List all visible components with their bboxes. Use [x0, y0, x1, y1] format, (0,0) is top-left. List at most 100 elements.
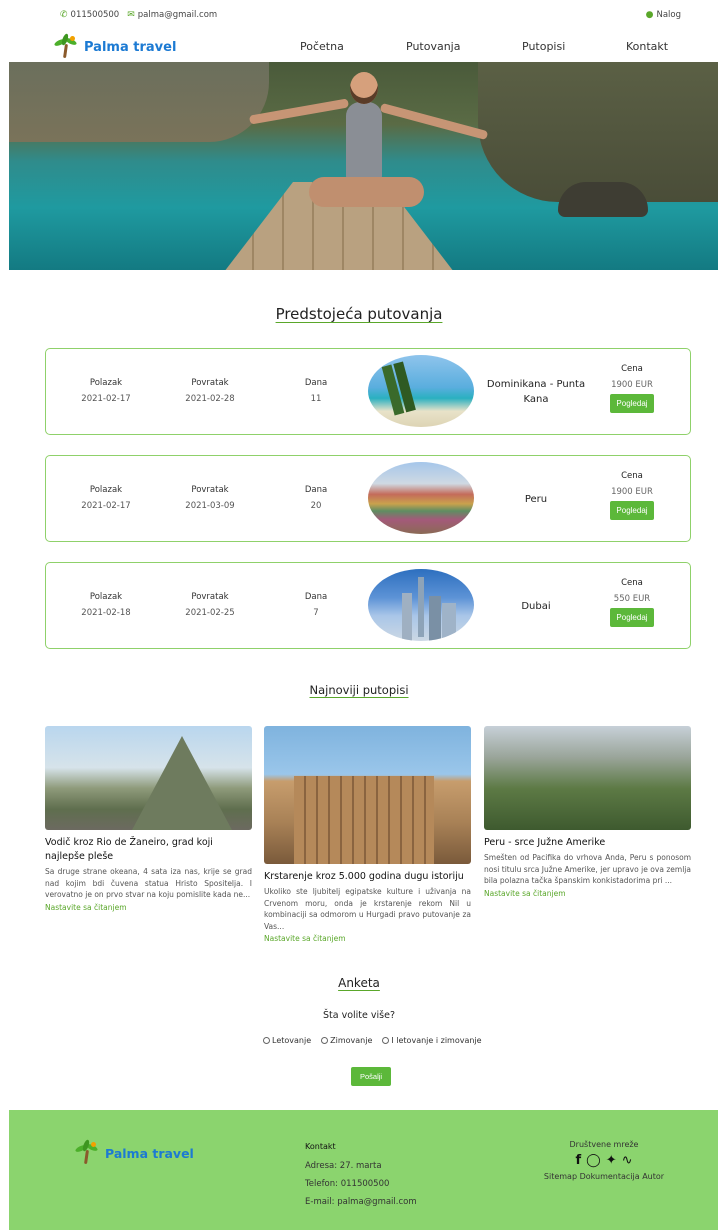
poll-option-label: Letovanje — [272, 1036, 312, 1045]
footer-contact-title: Kontakt — [305, 1142, 336, 1151]
departure-value: 2021-02-18 — [81, 608, 131, 618]
price-value: 550 EUR — [613, 594, 651, 604]
return-value: 2021-02-25 — [185, 608, 235, 618]
departure-label: Polazak — [89, 592, 123, 602]
footer-email: E-mail: palma@gmail.com — [305, 1197, 417, 1207]
blog-excerpt: Ukoliko ste ljubitelj egipatske kulture … — [264, 887, 471, 931]
upcoming-title: Predstojeća putovanja — [275, 305, 443, 323]
view-trip-button[interactable]: Pogledaj — [610, 394, 654, 413]
days-value: 20 — [310, 501, 322, 511]
return-value: 2021-03-09 — [185, 501, 235, 511]
envelope-icon: ✉ — [127, 10, 135, 20]
blog-title[interactable]: Peru - srce Južne Amerike — [484, 836, 691, 850]
trip-photo — [368, 355, 474, 427]
trip-price: Cena 1900 EUR Pogledaj — [606, 364, 658, 413]
rss-icon[interactable]: ∿ — [622, 1153, 633, 1168]
trip-photo — [368, 569, 474, 641]
radio-button[interactable] — [382, 1037, 390, 1044]
poll-title: Anketa — [338, 976, 380, 990]
nav-contact[interactable]: Kontakt — [626, 40, 668, 53]
departure-value: 2021-02-17 — [81, 394, 131, 404]
read-more-link[interactable]: Nastavite sa čitanjem — [45, 903, 252, 912]
top-phone-text: 011500500 — [70, 10, 120, 20]
footer-phone: Telefon: 011500500 — [305, 1179, 390, 1189]
trip-days: Dana 11 — [291, 378, 341, 404]
blog-card: Krstarenje kroz 5.000 godina dugu istori… — [264, 726, 471, 943]
footer-contact: Kontakt Adresa: 27. marta Telefon: 01150… — [305, 1140, 417, 1211]
footer-links[interactable]: Sitemap Dokumentacija Autor — [529, 1172, 679, 1181]
blog-title[interactable]: Vodič kroz Rio de Žaneiro, grad koji naj… — [45, 836, 252, 864]
price-value: 1900 EUR — [611, 380, 653, 390]
trip-price: Cena 1900 EUR Pogledaj — [606, 471, 658, 520]
twitter-icon[interactable]: ✦ — [606, 1153, 617, 1168]
days-value: 11 — [310, 394, 322, 404]
account-link[interactable]: ● Nalog — [646, 10, 681, 20]
days-value: 7 — [313, 608, 319, 618]
poll-options: Letovanje Zimovanje I letovanje i zimova… — [263, 1036, 482, 1045]
nav-home[interactable]: Početna — [300, 40, 344, 53]
blog-image[interactable] — [264, 726, 471, 864]
radio-button[interactable] — [321, 1037, 329, 1044]
footer: Palma travel Kontakt Adresa: 27. marta T… — [9, 1110, 718, 1230]
hero-image — [9, 62, 718, 270]
return-label: Povratak — [191, 592, 229, 602]
read-more-link[interactable]: Nastavite sa čitanjem — [484, 889, 691, 898]
return-label: Povratak — [191, 485, 229, 495]
days-label: Dana — [304, 378, 328, 388]
trip-destination: Peru — [524, 494, 548, 505]
price-label: Cena — [621, 364, 643, 374]
poll-option-summer[interactable]: Letovanje — [263, 1036, 311, 1045]
price-value: 1900 EUR — [611, 487, 653, 497]
view-trip-button[interactable]: Pogledaj — [610, 608, 654, 627]
nav-trips[interactable]: Putovanja — [406, 40, 460, 53]
trip-return: Povratak 2021-02-25 — [180, 592, 240, 618]
blog-image[interactable] — [45, 726, 252, 830]
departure-label: Polazak — [89, 378, 123, 388]
trip-card: Polazak 2021-02-17 Povratak 2021-02-28 D… — [45, 348, 691, 435]
palm-tree-icon — [53, 33, 78, 59]
top-contact: ✆ 011500500 ✉ palma@gmail.com — [60, 10, 217, 20]
instagram-icon[interactable]: ◯ — [586, 1153, 601, 1168]
blog-excerpt: Smešten od Pacifika do vrhova Anda, Peru… — [484, 853, 691, 885]
view-trip-button[interactable]: Pogledaj — [610, 501, 654, 520]
return-value: 2021-02-28 — [185, 394, 235, 404]
blogs-title: Najnoviji putopisi — [309, 683, 409, 697]
radio-button[interactable] — [263, 1037, 270, 1044]
return-label: Povratak — [191, 378, 229, 388]
trip-photo — [368, 462, 474, 534]
poll-question: Šta volite više? — [323, 1010, 395, 1021]
footer-social: Društvene mreže f ◯ ✦ ∿ Sitemap Dokument… — [529, 1140, 679, 1181]
brand-name: Palma travel — [84, 39, 177, 55]
blog-card: Peru - srce Južne Amerike Smešten od Pac… — [484, 726, 691, 898]
trip-card: Polazak 2021-02-17 Povratak 2021-03-09 D… — [45, 455, 691, 542]
blog-title[interactable]: Krstarenje kroz 5.000 godina dugu istori… — [264, 870, 471, 884]
user-icon: ● — [645, 10, 654, 20]
brand-logo[interactable]: Palma travel — [53, 33, 177, 59]
social-icons: f ◯ ✦ ∿ — [529, 1153, 679, 1168]
trip-destination: Dominikana - Punta Kana — [486, 379, 586, 405]
poll-option-both[interactable]: I letovanje i zimovanje — [382, 1036, 482, 1045]
trip-departure: Polazak 2021-02-17 — [76, 378, 136, 404]
trip-days: Dana 7 — [291, 592, 341, 618]
blog-image[interactable] — [484, 726, 691, 830]
footer-brand[interactable]: Palma travel — [74, 1139, 194, 1165]
poll-option-label: I letovanje i zimovanje — [391, 1036, 482, 1045]
poll-submit-button[interactable]: Pošalji — [351, 1067, 392, 1086]
trip-days: Dana 20 — [291, 485, 341, 511]
days-label: Dana — [304, 485, 328, 495]
footer-brand-name: Palma travel — [105, 1145, 194, 1161]
trip-price: Cena 550 EUR Pogledaj — [606, 578, 658, 627]
blog-excerpt: Sa druge strane okeana, 4 sata iza nas, … — [45, 867, 252, 899]
departure-value: 2021-02-17 — [81, 501, 131, 511]
departure-label: Polazak — [89, 485, 123, 495]
read-more-link[interactable]: Nastavite sa čitanjem — [264, 934, 471, 943]
poll-option-label: Zimovanje — [330, 1036, 373, 1045]
footer-social-title: Društvene mreže — [569, 1140, 639, 1149]
days-label: Dana — [304, 592, 328, 602]
trip-return: Povratak 2021-03-09 — [180, 485, 240, 511]
price-label: Cena — [621, 578, 643, 588]
top-phone: ✆ 011500500 — [60, 10, 119, 20]
nav-travelogues[interactable]: Putopisi — [522, 40, 565, 53]
facebook-icon[interactable]: f — [575, 1153, 581, 1168]
poll-option-winter[interactable]: Zimovanje — [321, 1036, 372, 1045]
